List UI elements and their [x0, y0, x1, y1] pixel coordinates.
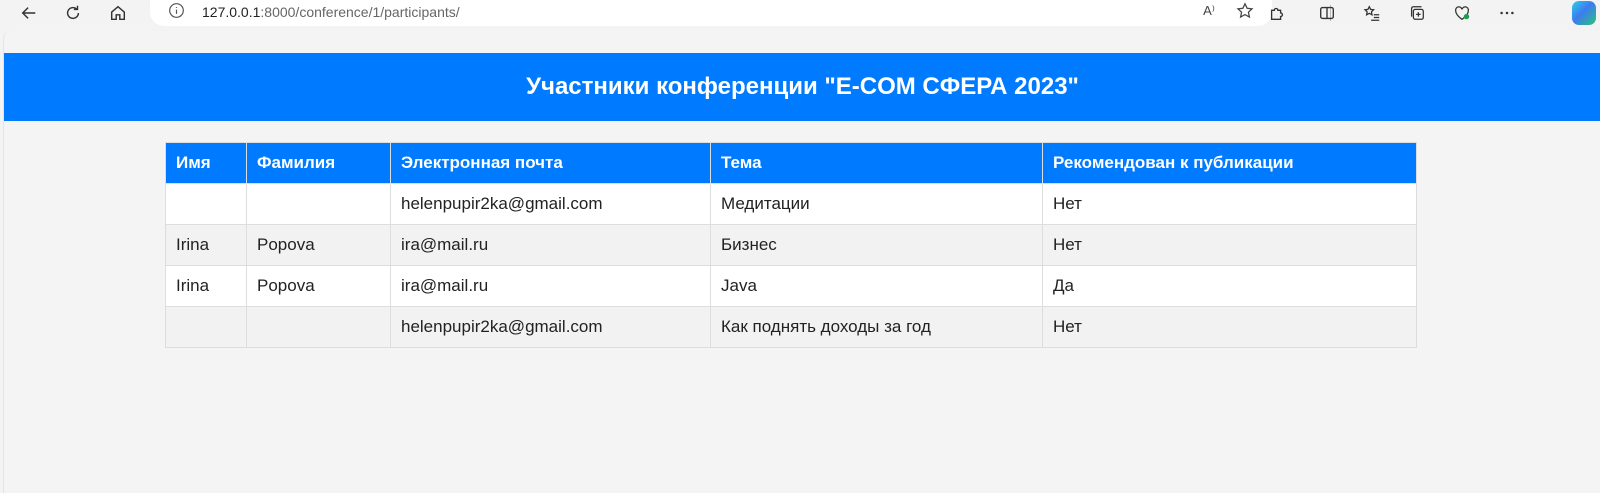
url-path: :8000/conference/1/participants/: [260, 4, 460, 20]
cell-recommended: Нет: [1042, 224, 1417, 266]
cell-email: helenpupir2ka@gmail.com: [390, 183, 711, 225]
column-header-email: Электронная почта: [390, 142, 711, 184]
table-row: helenpupir2ka@gmail.com Как поднять дохо…: [165, 306, 1417, 348]
read-aloud-icon[interactable]: A⁾: [1198, 0, 1220, 22]
cell-first-name: Irina: [165, 224, 247, 266]
column-header-first-name: Имя: [165, 142, 247, 184]
table-row: Irina Popova ira@mail.ru Бизнес Нет: [165, 224, 1417, 266]
heart-pulse-icon: [1455, 6, 1470, 21]
split-screen-button[interactable]: [1312, 0, 1342, 26]
more-menu-button[interactable]: [1492, 0, 1522, 26]
extensions-button[interactable]: [1262, 0, 1292, 26]
cell-last-name: [246, 183, 391, 225]
address-bar[interactable]: 127.0.0.1:8000/conference/1/participants…: [150, 0, 1272, 26]
column-header-recommended: Рекомендован к публикации: [1042, 142, 1417, 184]
table-row: Irina Popova ira@mail.ru Java Да: [165, 265, 1417, 307]
cell-email: ira@mail.ru: [390, 265, 711, 307]
cell-recommended: Да: [1042, 265, 1417, 307]
collections-icon: [1410, 6, 1424, 20]
column-header-last-name: Фамилия: [246, 142, 391, 184]
copilot-icon[interactable]: [1572, 1, 1596, 25]
cell-email: ira@mail.ru: [390, 224, 711, 266]
back-arrow-icon: [21, 7, 36, 19]
cell-topic: Java: [710, 265, 1043, 307]
table-row: helenpupir2ka@gmail.com Медитации Нет: [165, 183, 1417, 225]
puzzle-icon: [1270, 7, 1284, 20]
cell-topic: Бизнес: [710, 224, 1043, 266]
cell-email: helenpupir2ka@gmail.com: [390, 306, 711, 348]
more-dots-icon: [1500, 11, 1514, 15]
cell-first-name: [165, 183, 247, 225]
page-header: Участники конференции "E-COM СФЕРА 2023": [4, 53, 1600, 121]
table-header-row: Имя Фамилия Электронная почта Тема Реком…: [165, 142, 1417, 184]
cell-recommended: Нет: [1042, 183, 1417, 225]
cell-last-name: Popova: [246, 224, 391, 266]
site-info-icon[interactable]: [166, 0, 186, 20]
browser-toolbar: 127.0.0.1:8000/conference/1/participants…: [0, 0, 1600, 28]
cell-last-name: [246, 306, 391, 348]
reload-button[interactable]: [58, 0, 88, 26]
column-header-topic: Тема: [710, 142, 1043, 184]
page-title: Участники конференции "E-COM СФЕРА 2023": [526, 73, 1079, 100]
cell-last-name: Popova: [246, 265, 391, 307]
favorites-list-icon: [1363, 5, 1380, 21]
cell-recommended: Нет: [1042, 306, 1417, 348]
cell-topic: Медитации: [710, 183, 1043, 225]
browser-essentials-button[interactable]: [1447, 0, 1477, 26]
cell-first-name: [165, 306, 247, 348]
participants-table: Имя Фамилия Электронная почта Тема Реком…: [165, 142, 1417, 348]
home-icon: [110, 5, 126, 21]
page-viewport: Участники конференции "E-COM СФЕРА 2023"…: [3, 31, 1600, 493]
url-text[interactable]: 127.0.0.1:8000/conference/1/participants…: [202, 4, 460, 20]
cell-first-name: Irina: [165, 265, 247, 307]
favorites-button[interactable]: [1357, 0, 1387, 26]
favorite-star-icon[interactable]: [1234, 0, 1256, 22]
back-button[interactable]: [14, 0, 44, 26]
collections-button[interactable]: [1402, 0, 1432, 26]
home-button[interactable]: [103, 0, 133, 26]
reload-icon: [66, 5, 80, 20]
cell-topic: Как поднять доходы за год: [710, 306, 1043, 348]
split-screen-icon: [1320, 6, 1334, 20]
url-host: 127.0.0.1: [202, 4, 261, 20]
